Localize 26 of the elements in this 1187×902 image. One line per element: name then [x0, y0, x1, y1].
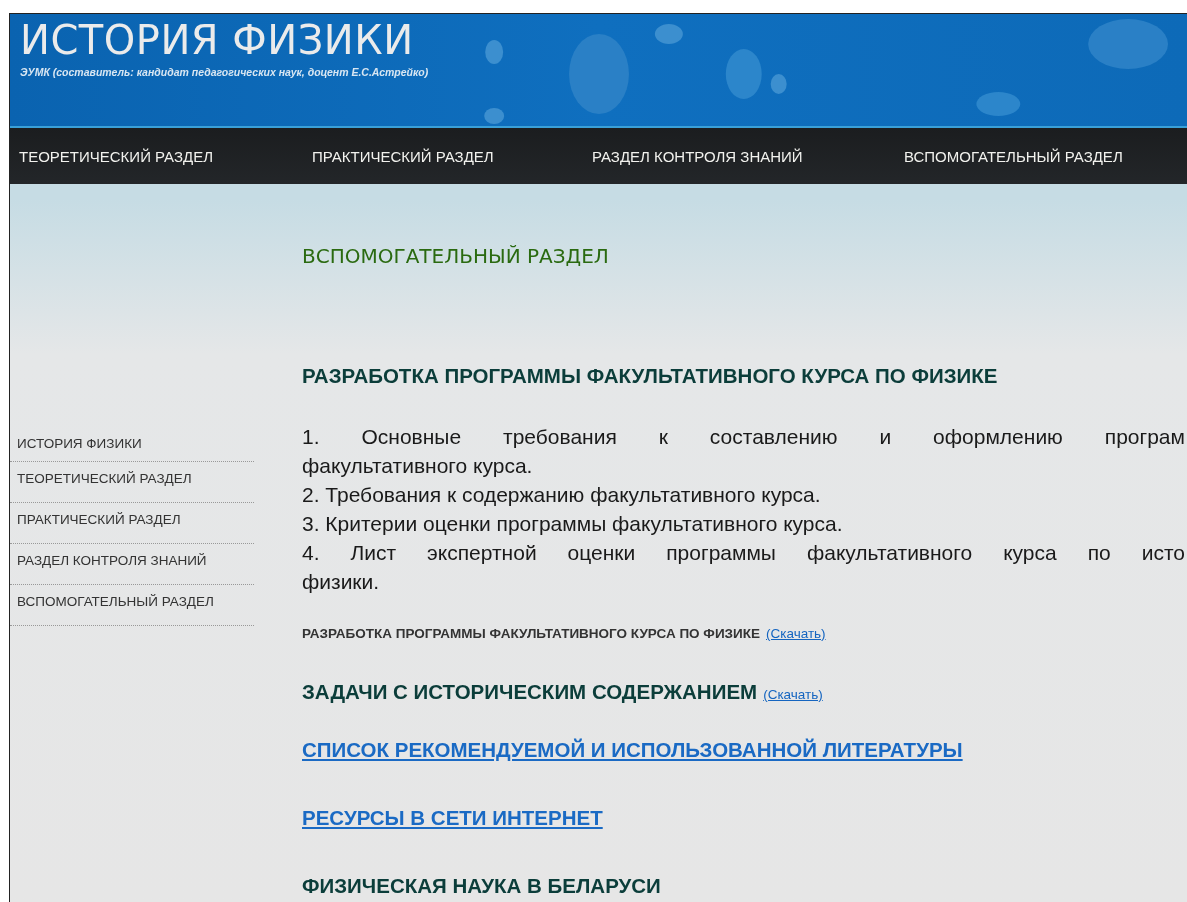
section-heading: РАЗРАБОТКА ПРОГРАММЫ ФАКУЛЬТАТИВНОГО КУРСА ПО ФИЗИКЕ	[302, 364, 998, 388]
section-heading: ЗАДАЧИ С ИСТОРИЧЕСКИМ СОДЕРЖАНИЕМ	[302, 680, 758, 704]
page-title: ВСПОМОГАТЕЛЬНЫЙ РАЗДЕЛ	[302, 244, 610, 270]
list-item-text: 1. Основные требования к составлению и оформлению програм	[302, 424, 1185, 450]
nav-link[interactable]: ВСПОМОГАТЕЛЬНЫЙ РАЗДЕЛ	[904, 147, 1123, 165]
section-heading: ФИЗИЧЕСКАЯ НАУКА В БЕЛАРУСИ	[302, 874, 661, 898]
section-link[interactable]: РЕСУРСЫ В СЕТИ ИНТЕРНЕТ	[302, 806, 603, 829]
sidebar-item[interactable]: РАЗДЕЛ КОНТРОЛЯ ЗНАНИЙ	[10, 544, 254, 585]
download-link[interactable]: (Скачать)	[763, 687, 823, 702]
site-title: ИСТОРИЯ ФИЗИКИ	[20, 16, 415, 64]
sidebar-item[interactable]: ИСТОРИЯ ФИЗИКИ	[10, 431, 254, 462]
sidebar-item[interactable]: ПРАКТИЧЕСКИЙ РАЗДЕЛ	[10, 503, 254, 544]
list-item-text: факультативного курса.	[302, 453, 534, 479]
sidebar-item[interactable]: ТЕОРЕТИЧЕСКИЙ РАЗДЕЛ	[10, 462, 254, 503]
list-item-text: физики.	[302, 569, 381, 595]
sidebar-item[interactable]: ВСПОМОГАТЕЛЬНЫЙ РАЗДЕЛ	[10, 585, 254, 626]
file-title: РАЗРАБОТКА ПРОГРАММЫ ФАКУЛЬТАТИВНОГО КУРСА ПО ФИЗИКЕ	[302, 626, 760, 641]
download-link[interactable]: (Скачать)	[766, 626, 826, 641]
list-item-text: 3. Критерии оценки программы факультативного курса.	[302, 511, 844, 537]
nav-link[interactable]: ТЕОРЕТИЧЕСКИЙ РАЗДЕЛ	[19, 147, 312, 165]
list-item-text: 2. Требования к содержанию факультативного курса.	[302, 482, 822, 508]
site-subtitle: ЭУМК (составитель: кандидат педагогических наук, доцент Е.С.Астрейко)	[20, 66, 430, 78]
list-item-text: 4. Лист экспертной оценки программы факультативного курса по исто	[302, 540, 1185, 566]
nav-link[interactable]: ПРАКТИЧЕСКИЙ РАЗДЕЛ	[312, 147, 592, 165]
section-link[interactable]: СПИСОК РЕКОМЕНДУЕМОЙ И ИСПОЛЬЗОВАННОЙ ЛИТЕРАТУРЫ	[302, 738, 963, 761]
nav-link[interactable]: РАЗДЕЛ КОНТРОЛЯ ЗНАНИЙ	[592, 147, 904, 165]
